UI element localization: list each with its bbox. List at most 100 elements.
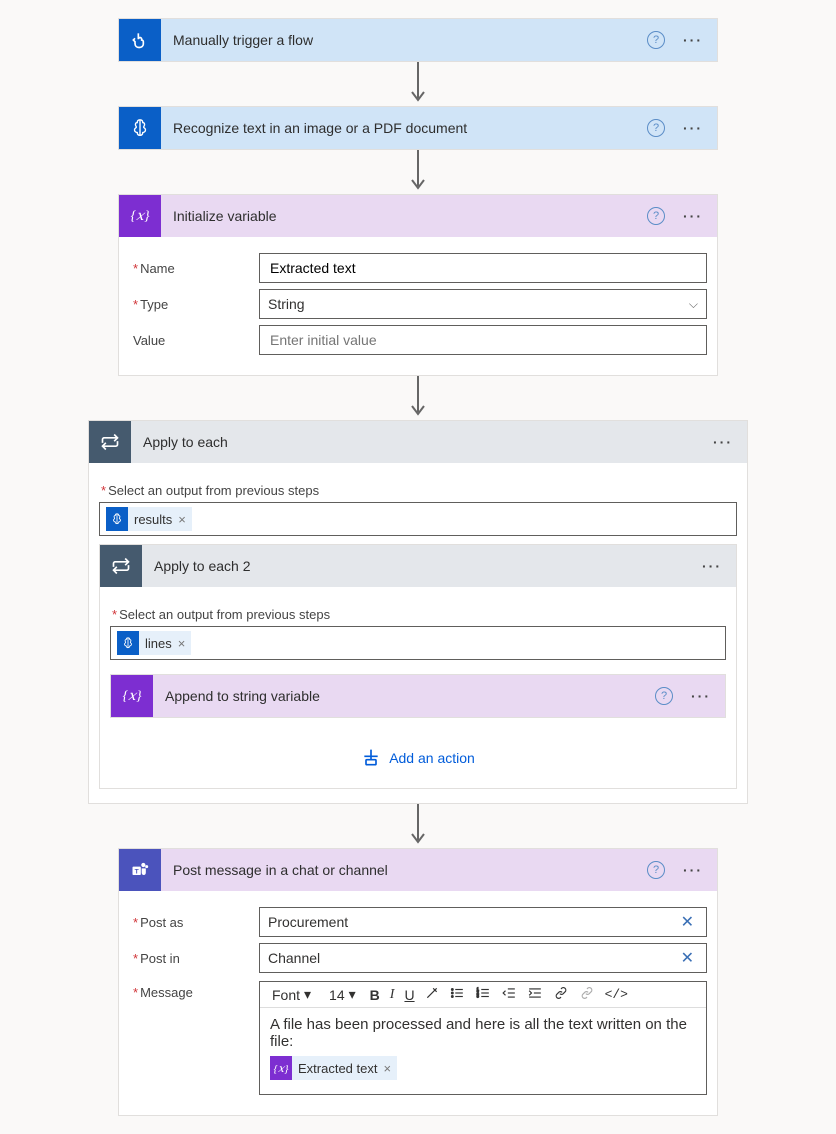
step-header[interactable]: {𝑥} Initialize variable ? ··· bbox=[119, 195, 717, 237]
value-label: Value bbox=[129, 333, 259, 348]
help-icon[interactable]: ? bbox=[647, 119, 665, 137]
brain-icon bbox=[117, 631, 139, 655]
step-initialize-variable: {𝑥} Initialize variable ? ··· Name Type … bbox=[118, 194, 718, 376]
token-label: results bbox=[128, 512, 178, 527]
step-title: Manually trigger a flow bbox=[161, 32, 647, 48]
brain-icon bbox=[106, 507, 128, 531]
step-title: Apply to each 2 bbox=[142, 558, 688, 574]
step-body: Post as Procurement ✕ Post in Channel ✕ … bbox=[119, 891, 717, 1115]
step-header[interactable]: Recognize text in an image or a PDF docu… bbox=[119, 107, 717, 149]
post-as-label: Post as bbox=[129, 915, 259, 930]
bullet-list-button[interactable] bbox=[449, 986, 465, 1003]
step-header[interactable]: Manually trigger a flow ? ··· bbox=[119, 19, 717, 61]
clear-icon[interactable]: ✕ bbox=[677, 948, 698, 968]
number-list-button[interactable]: 123 bbox=[475, 986, 491, 1003]
token-extracted-text[interactable]: {𝑥} Extracted text × bbox=[270, 1056, 397, 1080]
connector-arrow bbox=[408, 376, 428, 420]
name-label: Name bbox=[129, 261, 259, 276]
type-label: Type bbox=[129, 297, 259, 312]
output-field[interactable]: lines × bbox=[110, 626, 726, 660]
color-button[interactable] bbox=[425, 986, 439, 1003]
rte-body[interactable]: A file has been processed and here is al… bbox=[260, 1008, 706, 1094]
help-icon[interactable]: ? bbox=[647, 31, 665, 49]
clear-icon[interactable]: ✕ bbox=[677, 912, 698, 932]
step-title: Post message in a chat or channel bbox=[161, 862, 647, 878]
connector-arrow bbox=[408, 150, 428, 194]
help-icon[interactable]: ? bbox=[647, 207, 665, 225]
step-header[interactable]: Apply to each ··· bbox=[89, 421, 747, 463]
chevron-down-icon: ⌵ bbox=[689, 297, 698, 312]
svg-text:3: 3 bbox=[476, 994, 479, 999]
variable-icon: {𝑥} bbox=[111, 675, 153, 717]
post-as-field[interactable]: Procurement ✕ bbox=[259, 907, 707, 937]
output-label: Select an output from previous steps bbox=[101, 483, 737, 498]
svg-text:T: T bbox=[135, 868, 139, 875]
step-append-string[interactable]: {𝑥} Append to string variable ? ··· bbox=[110, 674, 726, 718]
outdent-button[interactable] bbox=[501, 986, 517, 1003]
message-editor: Font ▾ 14 ▾ B I U bbox=[259, 981, 707, 1095]
token-label: lines bbox=[139, 636, 178, 651]
step-header[interactable]: T Post message in a chat or channel ? ··… bbox=[119, 849, 717, 891]
step-trigger[interactable]: Manually trigger a flow ? ··· bbox=[118, 18, 718, 62]
step-header[interactable]: Apply to each 2 ··· bbox=[100, 545, 736, 587]
variable-icon: {𝑥} bbox=[270, 1056, 292, 1080]
message-text: A file has been processed and here is al… bbox=[270, 1016, 696, 1050]
code-view-button[interactable]: </> bbox=[605, 987, 628, 1002]
more-menu[interactable]: ··· bbox=[699, 434, 747, 450]
more-menu[interactable]: ··· bbox=[669, 120, 717, 136]
name-input[interactable] bbox=[268, 259, 698, 277]
step-title: Apply to each bbox=[131, 434, 699, 450]
step-title: Recognize text in an image or a PDF docu… bbox=[161, 120, 647, 136]
name-field[interactable] bbox=[259, 253, 707, 283]
add-action-button[interactable]: Add an action bbox=[110, 748, 726, 768]
help-icon[interactable]: ? bbox=[655, 687, 673, 705]
variable-icon: {𝑥} bbox=[119, 195, 161, 237]
brain-icon bbox=[119, 107, 161, 149]
flow-canvas: Manually trigger a flow ? ··· Recognize … bbox=[10, 18, 826, 1116]
link-button[interactable] bbox=[553, 986, 569, 1003]
post-as-value: Procurement bbox=[268, 914, 348, 930]
connector-arrow bbox=[408, 62, 428, 106]
chevron-down-icon: ▾ bbox=[304, 986, 311, 1003]
underline-button[interactable]: U bbox=[404, 987, 414, 1003]
more-menu[interactable]: ··· bbox=[669, 32, 717, 48]
italic-button[interactable]: I bbox=[390, 987, 395, 1003]
font-select[interactable]: Font ▾ bbox=[268, 986, 315, 1003]
token-remove[interactable]: × bbox=[178, 636, 192, 651]
step-body: Name Type String ⌵ Value bbox=[119, 237, 717, 375]
teams-icon: T bbox=[119, 849, 161, 891]
step-post-message: T Post message in a chat or channel ? ··… bbox=[118, 848, 718, 1116]
more-menu[interactable]: ··· bbox=[688, 558, 736, 574]
chevron-down-icon: ▾ bbox=[349, 986, 356, 1003]
more-menu[interactable]: ··· bbox=[669, 208, 717, 224]
output-field[interactable]: results × bbox=[99, 502, 737, 536]
rte-toolbar: Font ▾ 14 ▾ B I U bbox=[260, 982, 706, 1008]
step-recognize[interactable]: Recognize text in an image or a PDF docu… bbox=[118, 106, 718, 150]
step-title: Initialize variable bbox=[161, 208, 647, 224]
type-select[interactable]: String ⌵ bbox=[259, 289, 707, 319]
step-apply-to-each-2: Apply to each 2 ··· Select an output fro… bbox=[99, 544, 737, 789]
more-menu[interactable]: ··· bbox=[677, 688, 725, 704]
fontsize-select[interactable]: 14 ▾ bbox=[325, 986, 360, 1003]
token-lines[interactable]: lines × bbox=[117, 631, 191, 655]
unlink-button[interactable] bbox=[579, 986, 595, 1003]
step-header[interactable]: {𝑥} Append to string variable ? ··· bbox=[111, 675, 725, 717]
message-label: Message bbox=[129, 979, 259, 1000]
type-value: String bbox=[268, 296, 305, 312]
step-body: Select an output from previous steps lin… bbox=[100, 587, 736, 788]
token-results[interactable]: results × bbox=[106, 507, 192, 531]
token-remove[interactable]: × bbox=[178, 512, 192, 527]
indent-button[interactable] bbox=[527, 986, 543, 1003]
add-action-label: Add an action bbox=[389, 750, 475, 766]
value-input[interactable] bbox=[268, 331, 698, 349]
post-in-field[interactable]: Channel ✕ bbox=[259, 943, 707, 973]
step-title: Append to string variable bbox=[153, 688, 655, 704]
more-menu[interactable]: ··· bbox=[669, 862, 717, 878]
bold-button[interactable]: B bbox=[370, 987, 380, 1003]
loop-icon bbox=[100, 545, 142, 587]
value-field[interactable] bbox=[259, 325, 707, 355]
help-icon[interactable]: ? bbox=[647, 861, 665, 879]
output-label: Select an output from previous steps bbox=[112, 607, 726, 622]
loop-icon bbox=[89, 421, 131, 463]
token-remove[interactable]: × bbox=[383, 1061, 397, 1076]
